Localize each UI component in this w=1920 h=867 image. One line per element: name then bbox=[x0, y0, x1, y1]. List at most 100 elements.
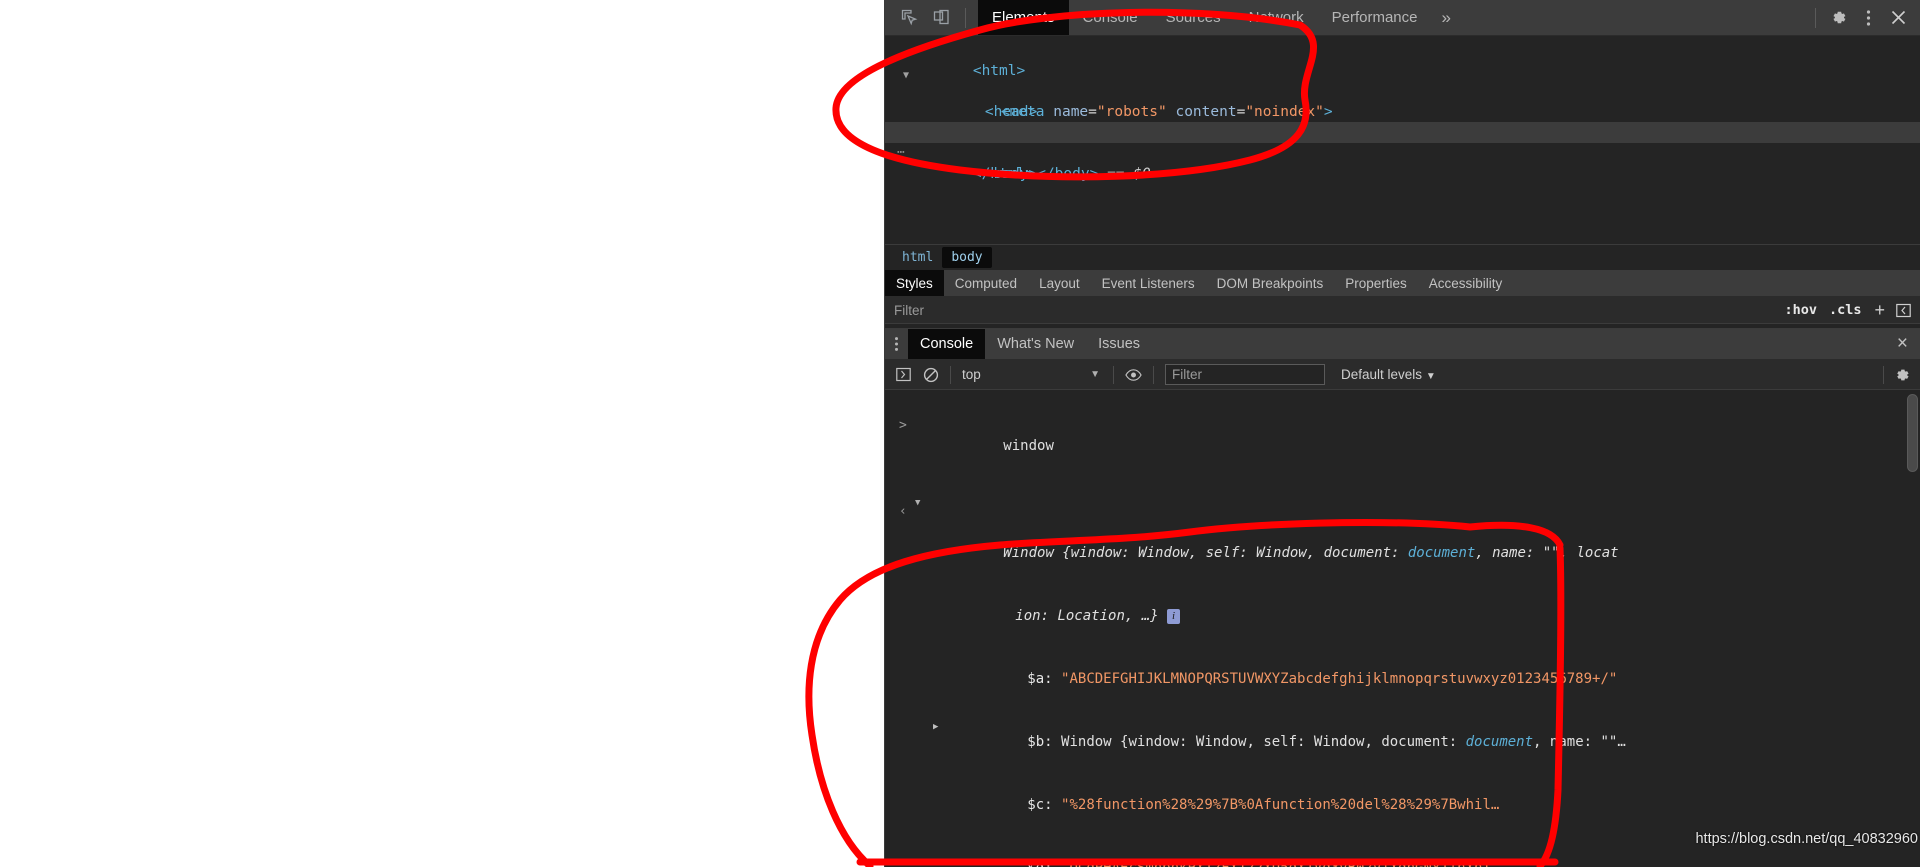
page-viewport-blank bbox=[0, 0, 884, 867]
console-sep-c bbox=[1053, 797, 1061, 813]
console-scrollbar-thumb[interactable] bbox=[1907, 394, 1918, 472]
chevron-right-icon[interactable]: ▶ bbox=[933, 717, 938, 738]
console-toolbar-divider-2 bbox=[1113, 365, 1114, 384]
console-result-document-link[interactable]: document bbox=[1408, 545, 1475, 561]
console-output[interactable]: > window ‹ ▼ Window {window: Window, sel… bbox=[885, 390, 1920, 867]
dom-tag-html-close: </html> bbox=[972, 165, 1034, 182]
drawer-tab-issues[interactable]: Issues bbox=[1086, 329, 1152, 359]
console-toolbar-divider-4 bbox=[1883, 365, 1884, 384]
device-toolbar-icon[interactable] bbox=[927, 4, 955, 32]
live-expression-eye-icon[interactable] bbox=[1121, 364, 1146, 385]
dom-space-3 bbox=[1125, 166, 1134, 182]
console-toolbar: top ▼ Default levels ▼ bbox=[885, 360, 1920, 390]
panel-tabs: Elements Console Sources Network Perform… bbox=[978, 0, 1461, 35]
console-input-text: window bbox=[1003, 438, 1054, 454]
chevron-down-icon: ▼ bbox=[1090, 369, 1100, 380]
computed-sidebar-toggle-icon[interactable] bbox=[1892, 303, 1920, 318]
tab-styles[interactable]: Styles bbox=[885, 270, 944, 296]
console-filter-input[interactable] bbox=[1165, 364, 1325, 385]
hov-state-button[interactable]: :hov bbox=[1778, 302, 1823, 318]
console-input-line[interactable]: > window bbox=[885, 394, 1920, 478]
console-settings-gear-icon[interactable] bbox=[1889, 364, 1914, 385]
dom-line-body-selected[interactable]: ⋯ <body></body> == $0 bbox=[885, 122, 1920, 182]
breadcrumb: html body bbox=[885, 244, 1920, 270]
dom-line-html-close[interactable]: </html> bbox=[885, 143, 1920, 182]
dom-equals-sign: == bbox=[1107, 165, 1125, 182]
dom-tree-view[interactable]: <html> ▼ <head> <meta name="robots" cont… bbox=[885, 36, 1920, 244]
console-toolbar-divider-1 bbox=[950, 365, 951, 384]
console-sidebar-toggle-icon[interactable] bbox=[891, 364, 916, 385]
more-panels-chevron-icon[interactable]: » bbox=[1432, 0, 1461, 35]
info-badge-icon[interactable]: i bbox=[1167, 608, 1181, 624]
drawer-more-tools-kebab-icon[interactable] bbox=[885, 329, 908, 359]
tab-dom-breakpoints[interactable]: DOM Breakpoints bbox=[1206, 270, 1335, 296]
console-log-levels-dropdown[interactable]: Default levels ▼ bbox=[1341, 367, 1436, 382]
breadcrumb-item-html[interactable]: html bbox=[893, 247, 942, 268]
tab-sources[interactable]: Sources bbox=[1152, 0, 1235, 35]
toolbar-left-icons bbox=[885, 0, 978, 35]
console-property-c-value: "%28function%28%29%7B%0Afunction%20del%2… bbox=[1061, 797, 1500, 813]
console-toolbar-right bbox=[1878, 364, 1920, 385]
devtools-main-toolbar: Elements Console Sources Network Perform… bbox=[885, 0, 1920, 36]
dom-line-head-close[interactable]: </head> bbox=[885, 102, 1920, 140]
console-sep-b bbox=[1053, 734, 1061, 750]
tab-network[interactable]: Network bbox=[1235, 0, 1318, 35]
styles-filter-input[interactable] bbox=[885, 297, 1779, 323]
tab-accessibility[interactable]: Accessibility bbox=[1418, 270, 1514, 296]
console-property-a-key: $a: bbox=[1027, 671, 1053, 687]
cls-button[interactable]: .cls bbox=[1823, 302, 1868, 318]
tab-properties[interactable]: Properties bbox=[1334, 270, 1418, 296]
console-result-line[interactable]: ‹ ▼ Window {window: Window, self: Window… bbox=[885, 480, 1920, 585]
clear-console-icon[interactable] bbox=[918, 364, 943, 385]
console-sep-a bbox=[1053, 671, 1061, 687]
console-property-c[interactable]: $c: "%28function%28%29%7B%0Afunction%20d… bbox=[885, 774, 1920, 837]
toolbar-right-icons bbox=[1809, 0, 1920, 35]
inspect-element-icon[interactable] bbox=[895, 4, 923, 32]
tab-event-listeners[interactable]: Event Listeners bbox=[1091, 270, 1206, 296]
console-property-b-part3: , name: ""… bbox=[1533, 734, 1626, 750]
dom-selected-ref: $0 bbox=[1133, 165, 1151, 182]
console-result-line-2: ion: Location, …} i bbox=[885, 585, 1920, 648]
console-property-d-key: $d: bbox=[1027, 860, 1052, 867]
console-property-b-key: $b: bbox=[1027, 734, 1053, 750]
drawer-tab-bar: Console What's New Issues × bbox=[885, 329, 1920, 360]
close-icon[interactable] bbox=[1884, 4, 1912, 32]
console-result-part-1: Window {window: Window, self: Window, do… bbox=[1003, 545, 1408, 561]
drawer-tab-console[interactable]: Console bbox=[908, 329, 986, 359]
toolbar-divider bbox=[965, 7, 966, 28]
console-context-value: top bbox=[962, 367, 981, 382]
console-property-a[interactable]: $a: "ABCDEFGHIJKLMNOPQRSTUVWXYZabcdefghi… bbox=[885, 648, 1920, 711]
console-property-b-document-link[interactable]: document bbox=[1466, 734, 1533, 750]
console-sep-d bbox=[1053, 860, 1061, 867]
console-response-arrow-icon: ‹ bbox=[899, 504, 907, 519]
console-property-c-key: $c: bbox=[1027, 797, 1053, 813]
console-property-d-value: "QCqPHAEcSmhbnkPX1zFX1z2XU5qX1Vg3vB0zviX… bbox=[1061, 860, 1499, 867]
chevron-down-icon: ▼ bbox=[1425, 371, 1436, 382]
devtools-window: Elements Console Sources Network Perform… bbox=[884, 0, 1920, 867]
breadcrumb-item-body[interactable]: body bbox=[942, 247, 992, 268]
console-result-line2-text: ion: Location, …} bbox=[1015, 608, 1168, 624]
dom-line-html-open[interactable]: <html> bbox=[885, 40, 1920, 79]
screenshot-root: Elements Console Sources Network Perform… bbox=[0, 0, 1920, 867]
drawer-close-icon[interactable]: × bbox=[1885, 329, 1920, 359]
chevron-down-icon[interactable]: ▼ bbox=[915, 493, 920, 514]
new-style-rule-button[interactable]: + bbox=[1867, 300, 1892, 321]
toolbar-divider-right bbox=[1815, 7, 1816, 28]
tab-performance[interactable]: Performance bbox=[1318, 0, 1432, 35]
drawer-tab-whats-new[interactable]: What's New bbox=[985, 329, 1086, 359]
tab-console[interactable]: Console bbox=[1069, 0, 1152, 35]
gear-icon[interactable] bbox=[1824, 4, 1852, 32]
tab-computed[interactable]: Computed bbox=[944, 270, 1028, 296]
tab-elements[interactable]: Elements bbox=[978, 0, 1069, 35]
console-context-selector[interactable]: top ▼ bbox=[958, 367, 1106, 382]
tab-layout[interactable]: Layout bbox=[1028, 270, 1091, 296]
dom-line-meta[interactable]: <meta name="robots" content="noindex"> bbox=[885, 81, 1920, 120]
more-options-kebab-icon[interactable] bbox=[1854, 4, 1882, 32]
console-property-b[interactable]: ▶ $b: Window {window: Window, self: Windo… bbox=[885, 711, 1920, 774]
watermark-url: https://blog.csdn.net/qq_40832960 bbox=[1695, 831, 1918, 847]
styles-filter-row: :hov .cls + bbox=[885, 297, 1920, 324]
dom-line-head-open[interactable]: ▼ <head> bbox=[885, 61, 1920, 120]
styles-panel-tabs: Styles Computed Layout Event Listeners D… bbox=[885, 270, 1920, 297]
css-rules-pane[interactable]: element.style { } body { user agent styl… bbox=[885, 324, 1920, 328]
